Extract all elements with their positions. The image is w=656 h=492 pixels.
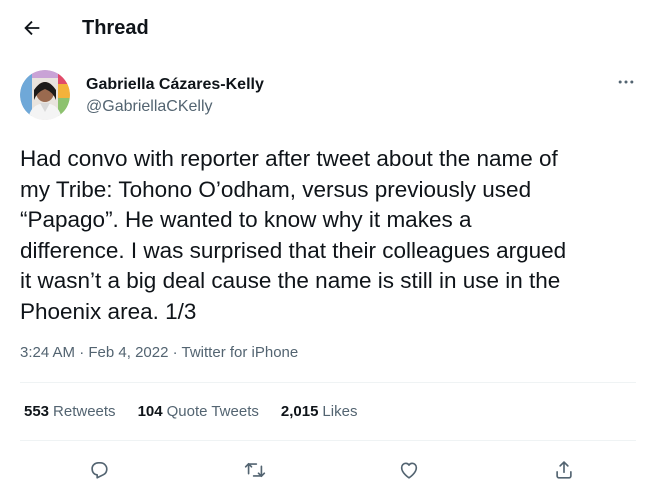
arrow-left-icon: [24, 20, 40, 36]
tweet-date[interactable]: Feb 4, 2022: [88, 344, 168, 361]
avatar-image: [20, 70, 70, 120]
more-icon: [618, 80, 634, 84]
retweets-stat[interactable]: 553 Retweets: [24, 402, 116, 422]
tweet-text: Had convo with reporter after tweet abou…: [20, 146, 567, 324]
meta-separator: ·: [168, 344, 182, 361]
author-display-name[interactable]: Gabriella Cázares-Kelly: [86, 75, 264, 95]
back-button[interactable]: [14, 10, 50, 46]
retweet-icon: [244, 462, 266, 478]
share-button[interactable]: [546, 452, 582, 488]
quote-tweets-label: Quote Tweets: [166, 403, 259, 420]
likes-stat[interactable]: 2,015 Likes: [281, 402, 358, 422]
tweet-meta: 3:24 AM · Feb 4, 2022 · Twitter for iPho…: [20, 343, 298, 363]
retweets-label: Retweets: [53, 403, 116, 420]
likes-count: 2,015: [280, 403, 319, 420]
tweet-author: Gabriella Cázares-Kelly @GabriellaCKelly: [20, 70, 640, 126]
avatar[interactable]: [20, 70, 70, 120]
retweets-count: 553: [24, 403, 50, 420]
quote-tweets-stat[interactable]: 104 Quote Tweets: [138, 402, 259, 422]
tweet-stats: 553 Retweets 104 Quote Tweets 2,015 Likes: [24, 402, 357, 422]
quote-tweets-count: 104: [137, 403, 163, 420]
thread-header: Thread: [0, 0, 656, 56]
tweet-time[interactable]: 3:24 AM: [20, 344, 75, 361]
more-options-button[interactable]: [612, 72, 640, 92]
tweet-actions: [0, 450, 656, 490]
divider: [20, 440, 636, 441]
page-title: Thread: [82, 17, 149, 39]
like-button[interactable]: [391, 452, 427, 488]
reply-icon: [91, 462, 108, 479]
tweet-source[interactable]: Twitter for iPhone: [182, 344, 299, 361]
share-icon: [556, 461, 572, 479]
retweet-button[interactable]: [237, 452, 273, 488]
meta-separator: ·: [75, 344, 89, 361]
author-handle[interactable]: @GabriellaCKelly: [86, 97, 213, 117]
likes-label: Likes: [322, 403, 358, 420]
divider: [20, 382, 636, 383]
reply-button[interactable]: [81, 452, 117, 488]
like-icon: [400, 462, 418, 479]
